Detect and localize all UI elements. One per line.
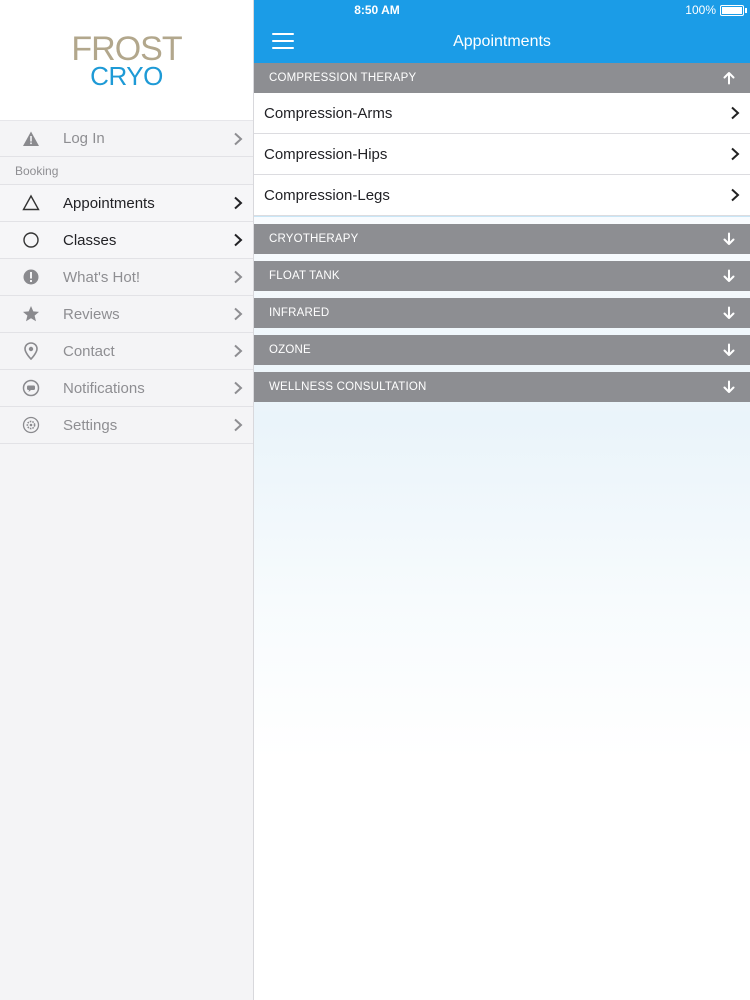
sidebar-item-label: Contact [63, 342, 115, 360]
category-label: COMPRESSION THERAPY [269, 72, 417, 84]
chevron-right-icon [223, 270, 253, 284]
section-header-booking: Booking [0, 157, 253, 185]
list-item-compression-legs[interactable]: Compression-Legs [254, 175, 750, 216]
arrow-down-icon [723, 232, 735, 245]
gear-icon [0, 416, 63, 434]
sidebar-item-notifications[interactable]: Notifications [0, 370, 253, 407]
category-ozone[interactable]: OZONE [254, 335, 750, 365]
sidebar-item-label: Notifications [63, 379, 145, 397]
sidebar-item-appointments[interactable]: Appointments [0, 185, 253, 222]
sidebar-item-label: What's Hot! [63, 268, 141, 286]
logo-frost: FROST [71, 30, 182, 68]
chevron-right-icon [731, 147, 740, 161]
chevron-right-icon [223, 132, 253, 146]
logo-cryo: CRYO [90, 61, 163, 91]
list-item-label: Compression-Arms [264, 104, 393, 122]
chevron-right-icon [223, 381, 253, 395]
category-label: WELLNESS CONSULTATION [269, 381, 427, 393]
chevron-right-icon [223, 307, 253, 321]
battery-nub [745, 8, 747, 13]
sidebar-item-settings[interactable]: Settings [0, 407, 253, 444]
status-time: 8:50 AM [354, 3, 400, 17]
status-bar: 8:50 AM 100% [254, 0, 750, 20]
arrow-down-icon [723, 343, 735, 356]
arrow-up-icon [723, 72, 735, 85]
location-pin-icon [0, 342, 63, 360]
circle-outline-icon [0, 231, 63, 249]
chevron-right-icon [223, 344, 253, 358]
category-compression-therapy[interactable]: COMPRESSION THERAPY [254, 63, 750, 93]
sidebar-item-label: Appointments [63, 194, 155, 212]
nav-bar: Appointments [254, 20, 750, 63]
chevron-right-icon [223, 233, 253, 247]
sidebar-item-whats-hot[interactable]: What's Hot! [0, 259, 253, 296]
category-label: FLOAT TANK [269, 270, 340, 282]
category-label: INFRARED [269, 307, 330, 319]
chevron-right-icon [223, 196, 253, 210]
list-item-compression-arms[interactable]: Compression-Arms [254, 93, 750, 134]
sidebar-item-label: Classes [63, 231, 117, 249]
main-panel: 8:50 AM 100% Appointments COMPRESSION TH… [254, 0, 750, 1000]
category-infrared[interactable]: INFRARED [254, 298, 750, 328]
sidebar: FROST CRYO Log In Booking Appointments C… [0, 0, 254, 1000]
battery-icon [720, 5, 744, 16]
category-float-tank[interactable]: FLOAT TANK [254, 261, 750, 291]
list-item-compression-hips[interactable]: Compression-Hips [254, 134, 750, 175]
arrow-down-icon [723, 269, 735, 282]
category-label: CRYOTHERAPY [269, 233, 359, 245]
logo: FROST CRYO [0, 0, 253, 120]
triangle-outline-icon [0, 194, 63, 212]
compression-therapy-list: Compression-Arms Compression-Hips Compre… [254, 93, 750, 217]
star-icon [0, 305, 63, 323]
sidebar-item-login[interactable]: Log In [0, 120, 253, 157]
sidebar-item-reviews[interactable]: Reviews [0, 296, 253, 333]
arrow-down-icon [723, 306, 735, 319]
page-title: Appointments [453, 32, 551, 50]
chevron-right-icon [731, 106, 740, 120]
category-cryotherapy[interactable]: CRYOTHERAPY [254, 224, 750, 254]
sidebar-item-classes[interactable]: Classes [0, 222, 253, 259]
category-wellness-consultation[interactable]: WELLNESS CONSULTATION [254, 372, 750, 402]
chevron-right-icon [731, 188, 740, 202]
exclamation-circle-icon [0, 268, 63, 286]
sidebar-item-label: Log In [63, 130, 105, 147]
hamburger-menu-icon[interactable] [272, 33, 294, 49]
warning-icon [0, 130, 63, 148]
sidebar-item-label: Settings [63, 416, 118, 434]
chat-bubble-icon [0, 379, 63, 397]
battery-percent: 100% [685, 3, 716, 17]
sidebar-item-label: Reviews [63, 305, 120, 323]
list-item-label: Compression-Legs [264, 186, 390, 204]
arrow-down-icon [723, 380, 735, 393]
list-item-label: Compression-Hips [264, 145, 388, 163]
sidebar-item-contact[interactable]: Contact [0, 333, 253, 370]
category-label: OZONE [269, 344, 311, 356]
chevron-right-icon [223, 418, 253, 432]
